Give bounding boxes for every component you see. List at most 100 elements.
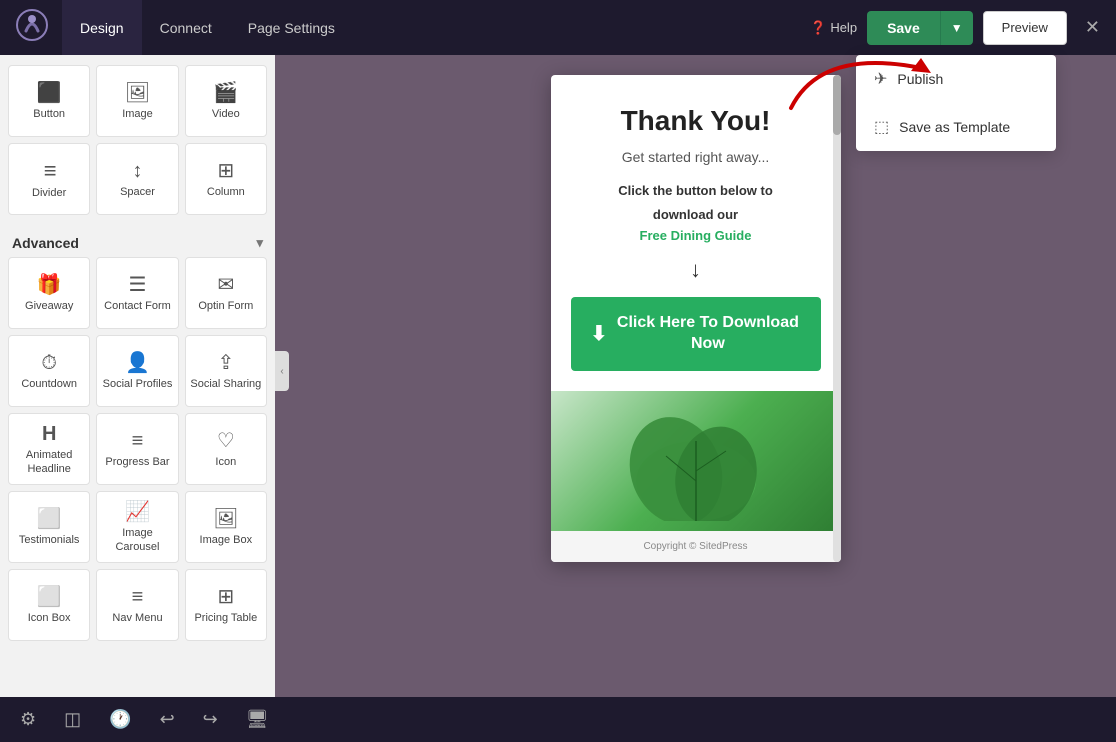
sidebar-item-testimonials[interactable]: ⬜ Testimonials [8,491,90,563]
sidebar-collapse-handle[interactable]: ‹ [275,351,289,391]
scroll-thumb[interactable] [833,75,841,135]
sidebar-item-pricing-table-label: Pricing Table [194,612,257,625]
undo-icon[interactable]: ↩ [160,709,175,730]
image-box-icon: 🖼 [213,509,238,529]
countdown-icon: ⏱ [41,353,57,373]
icon-box-icon: ⬜ [37,587,62,607]
preview-body-line1: Click the button below to [571,181,821,201]
sidebar-item-giveaway-label: Giveaway [25,300,73,313]
sidebar-item-button-label: Button [33,108,65,121]
save-template-label: Save as Template [899,119,1010,135]
help-button[interactable]: ❓ Help [810,20,857,36]
sidebar-item-spacer[interactable]: ↕ Spacer [96,143,178,215]
sidebar-item-social-sharing[interactable]: ⇪ Social Sharing [185,335,267,407]
preview-content: Thank You! Get started right away... Cli… [551,75,841,391]
nav-tabs: Design Connect Page Settings [62,0,810,55]
chevron-up-icon: ▾ [256,235,263,251]
sidebar-item-image-label: Image [122,108,153,121]
nav-right: ❓ Help Save ▼ Preview ✕ [810,11,1100,45]
save-button-group: Save ▼ [867,11,973,45]
save-button[interactable]: Save [867,11,940,45]
sidebar-item-image[interactable]: 🖼 Image [96,65,178,137]
preview-body-line2: download our [571,205,821,225]
download-button[interactable]: ⬇ Click Here To Download Now [571,297,821,371]
sidebar-item-nav-menu[interactable]: ≡ Nav Menu [96,569,178,641]
sidebar-item-image-carousel-label: Image Carousel [101,527,173,553]
contact-form-icon: ☰ [129,275,147,295]
sidebar-item-divider[interactable]: ≡ Divider [8,143,90,215]
preview-footer-image [551,391,841,531]
image-icon: 🖼 [125,83,150,103]
preview-link: Free Dining Guide [571,228,821,243]
sidebar-item-image-box[interactable]: 🖼 Image Box [185,491,267,563]
button-icon: ⬛ [37,83,62,103]
image-carousel-icon: 📈 [125,502,150,522]
preview-title: Thank You! [571,105,821,137]
scroll-bar[interactable] [833,75,841,562]
nav-tab-connect[interactable]: Connect [142,0,230,55]
top-nav: Design Connect Page Settings ❓ Help Save… [0,0,1116,55]
redo-icon[interactable]: ↪ [203,709,218,730]
sidebar-item-image-box-label: Image Box [200,534,253,547]
save-dropdown-button[interactable]: ▼ [940,11,973,45]
sidebar-item-button[interactable]: ⬛ Button [8,65,90,137]
sidebar-item-progress-bar-label: Progress Bar [105,456,169,469]
column-icon: ⊞ [217,161,234,181]
nav-tab-design[interactable]: Design [62,0,142,55]
advanced-label: Advanced [12,235,79,251]
sidebar-item-icon-box[interactable]: ⬜ Icon Box [8,569,90,641]
sidebar-item-pricing-table[interactable]: ⊞ Pricing Table [185,569,267,641]
pricing-table-icon: ⊞ [217,587,234,607]
preview-subtitle: Get started right away... [571,149,821,165]
sidebar-item-social-profiles[interactable]: 👤 Social Profiles [96,335,178,407]
sidebar-item-contact-form[interactable]: ☰ Contact Form [96,257,178,329]
advanced-items-grid: 🎁 Giveaway ☰ Contact Form ✉ Optin Form ⏱… [8,257,267,641]
sidebar-item-contact-form-label: Contact Form [104,300,171,313]
nav-tab-page-settings[interactable]: Page Settings [230,0,353,55]
save-template-icon: ⬚ [874,117,889,137]
social-profiles-icon: 👤 [125,353,150,373]
sidebar-item-column-label: Column [207,186,245,199]
preview-button[interactable]: Preview [983,11,1067,45]
sidebar-item-progress-bar[interactable]: ≡ Progress Bar [96,413,178,485]
layers-icon[interactable]: ◫ [64,709,81,730]
main-canvas-area: Thank You! Get started right away... Cli… [275,55,1116,697]
nav-menu-icon: ≡ [132,587,144,607]
icon-icon: ♡ [217,431,235,451]
sidebar-item-optin-form-label: Optin Form [198,300,253,313]
sidebar-item-video-label: Video [212,108,240,121]
sidebar-item-column[interactable]: ⊞ Column [185,143,267,215]
save-dropdown-menu: ✈ Publish ⬚ Save as Template [856,55,1056,151]
sidebar-item-testimonials-label: Testimonials [19,534,80,547]
history-icon[interactable]: 🕐 [109,709,131,730]
close-button[interactable]: ✕ [1085,17,1100,38]
sidebar-item-icon-box-label: Icon Box [28,612,71,625]
sidebar-item-countdown[interactable]: ⏱ Countdown [8,335,90,407]
publish-label: Publish [897,71,943,87]
settings-icon[interactable]: ⚙ [20,709,36,730]
page-preview: Thank You! Get started right away... Cli… [551,75,841,562]
sidebar-item-animated-headline[interactable]: H Animated Headline [8,413,90,485]
logo [16,9,48,46]
video-icon: 🎬 [213,83,238,103]
sidebar-item-icon-label: Icon [215,456,236,469]
sidebar-item-nav-menu-label: Nav Menu [112,612,162,625]
help-label: Help [830,20,857,35]
sidebar-item-optin-form[interactable]: ✉ Optin Form [185,257,267,329]
download-icon: ⬇ [591,321,608,347]
advanced-section-header[interactable]: Advanced ▾ [8,225,267,257]
divider-icon: ≡ [44,160,55,182]
bottom-bar: ⚙ ◫ 🕐 ↩ ↪ 🖥 [0,697,1116,742]
sidebar-item-giveaway[interactable]: 🎁 Giveaway [8,257,90,329]
sidebar-item-social-profiles-label: Social Profiles [103,378,173,391]
sidebar-item-spacer-label: Spacer [120,186,155,199]
spacer-icon: ↕ [132,161,142,181]
desktop-icon[interactable]: 🖥 [246,709,269,730]
dropdown-save-template[interactable]: ⬚ Save as Template [856,103,1056,151]
sidebar-item-social-sharing-label: Social Sharing [190,378,261,391]
sidebar-item-image-carousel[interactable]: 📈 Image Carousel [96,491,178,563]
sidebar-item-video[interactable]: 🎬 Video [185,65,267,137]
animated-headline-icon: H [42,424,56,444]
sidebar-item-icon[interactable]: ♡ Icon [185,413,267,485]
dropdown-publish[interactable]: ✈ Publish [856,55,1056,103]
